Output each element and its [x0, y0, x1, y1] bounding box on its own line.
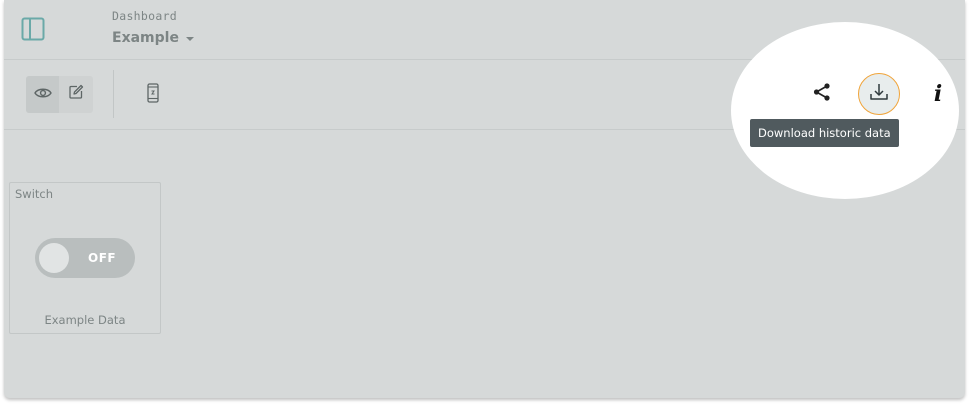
switch-knob	[39, 243, 69, 273]
view-edit-toggle	[26, 76, 93, 113]
switch-widget[interactable]: Switch OFF Example Data	[9, 182, 161, 334]
mobile-preview-button[interactable]	[142, 82, 164, 108]
toolbar-divider	[113, 70, 114, 118]
switch-state-label: OFF	[88, 251, 117, 265]
view-mode-button[interactable]	[26, 76, 59, 113]
eye-icon	[33, 86, 52, 104]
dashboard-frame: Dashboard Example i Download historic da…	[4, 0, 965, 398]
info-icon: i	[933, 81, 943, 107]
pencil-edit-icon	[68, 84, 84, 105]
share-button[interactable]	[810, 82, 834, 106]
dashboard-title-dropdown[interactable]: Example	[112, 30, 194, 46]
caret-down-icon	[185, 37, 194, 41]
share-icon	[812, 82, 832, 107]
info-button[interactable]: i	[928, 81, 948, 107]
mobile-phone-icon	[147, 82, 159, 108]
page-title: Example	[112, 30, 179, 46]
widget-caption: Example Data	[44, 313, 126, 327]
sidebar-panel-icon[interactable]	[21, 17, 45, 41]
spotlight-highlight	[731, 22, 959, 199]
download-tooltip: Download historic data	[750, 119, 899, 147]
download-button[interactable]	[858, 73, 900, 115]
edit-mode-button[interactable]	[59, 76, 92, 113]
switch-toggle[interactable]: OFF	[35, 238, 135, 278]
breadcrumb[interactable]: Dashboard	[112, 9, 177, 23]
widget-title: Switch	[15, 187, 54, 201]
download-icon	[869, 82, 889, 107]
